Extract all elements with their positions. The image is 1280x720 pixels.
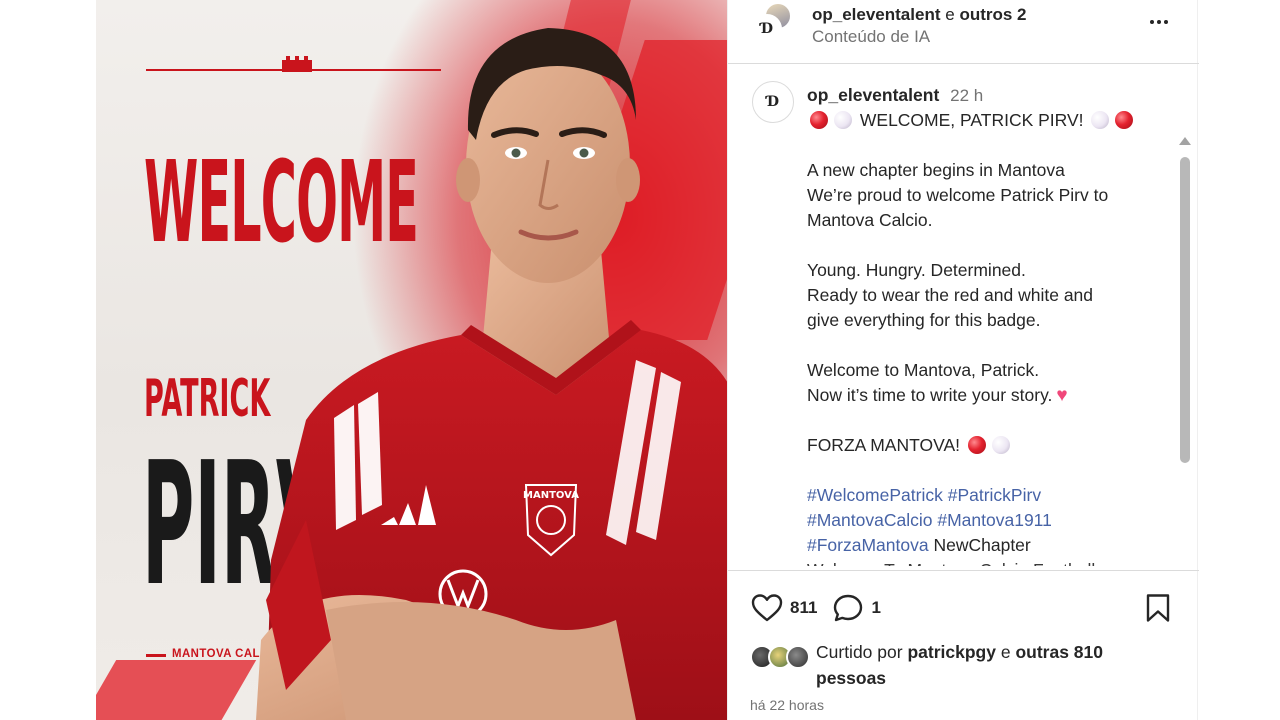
header-user-line: op_eleventalent e outros 2: [812, 5, 1027, 25]
eleventalent-logo-icon: Ɗ: [760, 21, 774, 37]
caption-title: WELCOME, PATRICK PIRV!: [859, 110, 1084, 130]
post-timestamp[interactable]: há 22 horas: [750, 697, 824, 713]
comment-bubble-icon[interactable]: [831, 591, 865, 625]
comment-count[interactable]: 1: [871, 598, 880, 618]
caption-username[interactable]: op_eleventalent: [807, 85, 939, 105]
caption-cutoff-line: Welcome To Mantova Calcio Football: [807, 558, 1167, 566]
caption-story-line: Now it’s time to write your story. ♥: [807, 383, 1167, 408]
caption-line: Welcome to Mantova, Patrick.: [807, 360, 1040, 380]
hashtag-line: #MantovaCalcio #Mantova1911: [807, 508, 1167, 533]
red-circle-emoji-icon: [1115, 111, 1134, 129]
header-connector: e: [945, 5, 955, 24]
avatar[interactable]: Ɗ: [752, 14, 782, 44]
liked-prefix: Curtido por: [816, 642, 903, 662]
caption-forza: FORZA MANTOVA!: [807, 435, 960, 455]
hashtag-line: #ForzaMantova NewChapter: [807, 533, 1167, 558]
caption-time[interactable]: 22 h: [950, 86, 983, 105]
more-dot-icon: [1164, 20, 1168, 24]
comments-scroll-area[interactable]: Ɗ op_eleventalent 22 h WELCOME, PATRICK …: [728, 65, 1199, 570]
pink-heart-emoji-icon: ♥: [1056, 385, 1068, 406]
header-others-link[interactable]: outros 2: [959, 5, 1026, 24]
post-side-panel: Ɗ op_eleventalent e outros 2 Conteúdo de…: [727, 0, 1199, 720]
avatar[interactable]: [786, 645, 810, 669]
header-text: op_eleventalent e outros 2 Conteúdo de I…: [812, 5, 1027, 47]
like-heart-icon[interactable]: [750, 591, 784, 625]
liked-suffix[interactable]: pessoas: [816, 668, 886, 688]
caption-line: Now it’s time to write your story.: [807, 385, 1053, 405]
caption-forza-line: FORZA MANTOVA!: [807, 433, 1167, 458]
white-circle-emoji-icon: [834, 111, 852, 129]
bookmark-icon[interactable]: [1141, 591, 1175, 625]
caption-line: We’re proud to welcome Patrick Pirv to: [807, 185, 1109, 205]
hashtag-line: #WelcomePatrick #PatrickPirv: [807, 483, 1167, 508]
caption-title-line: WELCOME, PATRICK PIRV!: [807, 108, 1167, 133]
shirt-badge-text: MANTOVA: [523, 490, 579, 501]
ai-content-label[interactable]: Conteúdo de IA: [812, 27, 1027, 47]
like-count[interactable]: 811: [790, 598, 817, 618]
post-actions: 811 1 Curtido por patrickpgy e outras 81…: [728, 570, 1199, 720]
liked-others-link[interactable]: outras 810: [1015, 642, 1103, 662]
hashtag-link[interactable]: #ForzaMantova: [807, 535, 929, 555]
caption-line: Young. Hungry. Determined.: [807, 260, 1026, 280]
action-row: 811 1: [750, 591, 895, 625]
header-username-link[interactable]: op_eleventalent: [812, 5, 941, 24]
eleventalent-logo-icon: Ɗ: [766, 94, 780, 110]
liker-avatars[interactable]: [750, 645, 816, 669]
hashtag-link[interactable]: #WelcomePatrick: [807, 485, 943, 505]
white-circle-emoji-icon: [1091, 111, 1110, 129]
caption-header: op_eleventalent 22 h: [807, 83, 1167, 108]
caption-line: Ready to wear the red and white and: [807, 285, 1094, 305]
more-dot-icon: [1157, 20, 1161, 24]
post-caption: op_eleventalent 22 h WELCOME, PATRICK PI…: [807, 83, 1167, 566]
caption-line: Mantova Calcio.: [807, 210, 933, 230]
caption-line: A new chapter begins in Mantova: [807, 160, 1065, 180]
red-circle-emoji-icon: [967, 436, 986, 454]
red-circle-emoji-icon: [810, 111, 828, 129]
hashtag-link[interactable]: #Mantova1911: [937, 510, 1052, 530]
scrollbar-thumb[interactable]: [1180, 157, 1190, 463]
more-dot-icon: [1150, 20, 1154, 24]
scroll-up-arrow-icon[interactable]: [1179, 137, 1191, 145]
liked-by-text: Curtido por patrickpgy e outras 810 pess…: [816, 639, 1146, 691]
liked-by: Curtido por patrickpgy e outras 810 pess…: [750, 639, 1146, 691]
liked-user-link[interactable]: patrickpgy: [907, 642, 996, 662]
collab-avatars[interactable]: Ɗ: [752, 2, 796, 46]
caption-avatar[interactable]: Ɗ: [752, 81, 794, 123]
caption-line: give everything for this badge.: [807, 310, 1041, 330]
caption-plain-tag: NewChapter: [933, 535, 1031, 555]
comments-scrollbar[interactable]: [1177, 137, 1191, 570]
post-image[interactable]: WELCOME PATRICK PIRV MANTOVA CALCIO MANT…: [96, 0, 727, 720]
more-options-button[interactable]: [1145, 10, 1173, 34]
post-header: Ɗ op_eleventalent e outros 2 Conteúdo de…: [728, 0, 1199, 64]
white-circle-emoji-icon: [991, 436, 1010, 454]
hashtag-link[interactable]: #PatrickPirv: [948, 485, 1041, 505]
liked-connector: e: [1000, 642, 1011, 662]
hashtag-link[interactable]: #MantovaCalcio: [807, 510, 932, 530]
player-photo: MANTOVA: [256, 28, 727, 720]
